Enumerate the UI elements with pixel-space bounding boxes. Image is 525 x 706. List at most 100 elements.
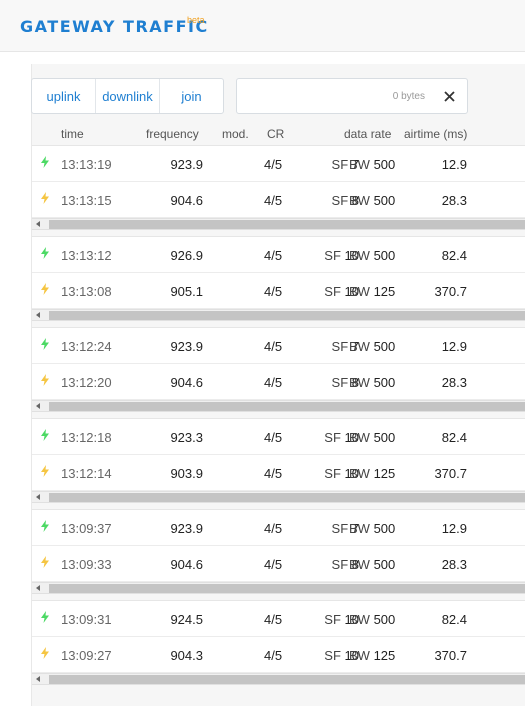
row-bw-value: 500	[373, 521, 396, 536]
scroll-thumb[interactable]	[49, 584, 525, 593]
beta-badge: beta	[187, 15, 205, 25]
row-airtime: 82.4	[441, 248, 467, 263]
row-frequency: 905.1	[170, 284, 203, 299]
tab-uplink[interactable]: uplink	[32, 79, 95, 113]
row-frequency: 923.9	[170, 157, 203, 172]
traffic-group: 13:13:19 923.9 4/5 SF 7 BW 500 12.9 13:13:15 90…	[32, 145, 525, 230]
horizontal-scrollbar[interactable]	[32, 491, 525, 503]
downlink-bolt-icon	[41, 374, 49, 389]
row-time: 13:13:12	[61, 248, 112, 263]
table-row[interactable]: 13:09:31 924.5 4/5 SF 10 BW 500 82.4	[32, 601, 525, 637]
tab-downlink[interactable]: downlink	[95, 79, 159, 113]
scroll-left-icon[interactable]	[36, 494, 40, 500]
downlink-bolt-icon	[41, 647, 49, 662]
scroll-thumb[interactable]	[49, 402, 525, 411]
row-bandwidth: BW 500	[349, 430, 396, 445]
traffic-group: 13:13:12 926.9 4/5 SF 10 BW 500 82.4 13:13:08 9…	[32, 236, 525, 321]
row-airtime: 82.4	[441, 612, 467, 627]
row-airtime: 28.3	[441, 557, 467, 572]
row-frequency: 923.9	[170, 521, 203, 536]
row-airtime: 370.7	[434, 466, 467, 481]
row-time: 13:12:20	[61, 375, 112, 390]
row-airtime: 12.9	[441, 521, 467, 536]
row-frequency: 904.3	[170, 648, 203, 663]
row-cr: 4/5	[264, 430, 283, 445]
row-cr: 4/5	[264, 521, 283, 536]
row-bw-value: 500	[373, 157, 396, 172]
table-row[interactable]: 13:12:24 923.9 4/5 SF 7 BW 500 12.9	[32, 328, 525, 364]
column-header-data-rate: data rate	[344, 127, 392, 141]
table-row[interactable]: 13:12:20 904.6 4/5 SF 8 BW 500 28.3	[32, 364, 525, 400]
uplink-bolt-icon	[41, 156, 49, 171]
horizontal-scrollbar[interactable]	[32, 673, 525, 685]
scroll-left-icon[interactable]	[36, 312, 40, 318]
row-bandwidth: BW 500	[349, 157, 396, 172]
row-frequency: 904.6	[170, 375, 203, 390]
table-header: time frequency mod. CR data rate airtime…	[32, 127, 525, 145]
row-cr: 4/5	[264, 375, 283, 390]
row-cr: 4/5	[264, 339, 283, 354]
row-frequency: 923.9	[170, 339, 203, 354]
horizontal-scrollbar[interactable]	[32, 218, 525, 230]
table-row[interactable]: 13:09:27 904.3 4/5 SF 10 BW 125 370.7	[32, 637, 525, 673]
row-time: 13:13:19	[61, 157, 112, 172]
row-bandwidth: BW 500	[349, 248, 396, 263]
table-row[interactable]: 13:13:19 923.9 4/5 SF 7 BW 500 12.9	[32, 146, 525, 182]
row-airtime: 12.9	[441, 339, 467, 354]
scroll-left-icon[interactable]	[36, 585, 40, 591]
row-airtime: 28.3	[441, 193, 467, 208]
table-row[interactable]: 13:13:15 904.6 4/5 SF 8 BW 500 28.3	[32, 182, 525, 218]
scroll-thumb[interactable]	[49, 675, 525, 684]
column-header-mod: mod.	[222, 127, 249, 141]
row-bw-value: 500	[373, 339, 396, 354]
row-time: 13:09:33	[61, 557, 112, 572]
column-header-frequency: frequency	[146, 127, 199, 141]
row-bw-value: 125	[373, 466, 396, 481]
row-cr: 4/5	[264, 157, 283, 172]
table-row[interactable]: 13:13:12 926.9 4/5 SF 10 BW 500 82.4	[32, 237, 525, 273]
row-airtime: 12.9	[441, 157, 467, 172]
column-header-airtime: airtime (ms)	[404, 127, 468, 141]
scroll-thumb[interactable]	[49, 493, 525, 502]
column-header-cr: CR	[267, 127, 285, 141]
table-row[interactable]: 13:13:08 905.1 4/5 SF 10 BW 125 370.7	[32, 273, 525, 309]
row-time: 13:13:15	[61, 193, 112, 208]
row-cr: 4/5	[264, 248, 283, 263]
direction-tabs: uplink downlink join	[31, 78, 224, 114]
row-time: 13:12:24	[61, 339, 112, 354]
row-airtime: 82.4	[441, 430, 467, 445]
row-bw-value: 500	[373, 430, 396, 445]
top-bar: GATEWAY TRAFFIC beta	[0, 0, 525, 52]
row-time: 13:13:08	[61, 284, 112, 299]
row-frequency: 923.3	[170, 430, 203, 445]
horizontal-scrollbar[interactable]	[32, 309, 525, 321]
row-bw-value: 125	[373, 648, 396, 663]
row-bw-value: 500	[373, 557, 396, 572]
downlink-bolt-icon	[41, 283, 49, 298]
row-bw-value: 500	[373, 375, 396, 390]
row-cr: 4/5	[264, 648, 283, 663]
table-row[interactable]: 13:12:14 903.9 4/5 SF 10 BW 125 370.7	[32, 455, 525, 491]
uplink-bolt-icon	[41, 247, 49, 262]
row-airtime: 370.7	[434, 284, 467, 299]
traffic-group: 13:09:37 923.9 4/5 SF 7 BW 500 12.9 13:09:33 90…	[32, 509, 525, 594]
clear-button[interactable]	[431, 79, 467, 113]
table-row[interactable]: 13:09:37 923.9 4/5 SF 7 BW 500 12.9	[32, 510, 525, 546]
row-time: 13:09:31	[61, 612, 112, 627]
row-cr: 4/5	[264, 284, 283, 299]
scroll-left-icon[interactable]	[36, 403, 40, 409]
row-bw-value: 500	[373, 193, 396, 208]
row-bandwidth: BW 125	[349, 284, 396, 299]
scroll-thumb[interactable]	[49, 220, 525, 229]
scroll-thumb[interactable]	[49, 311, 525, 320]
horizontal-scrollbar[interactable]	[32, 582, 525, 594]
row-time: 13:12:14	[61, 466, 112, 481]
tab-join[interactable]: join	[159, 79, 223, 113]
row-cr: 4/5	[264, 193, 283, 208]
table-row[interactable]: 13:09:33 904.6 4/5 SF 8 BW 500 28.3	[32, 546, 525, 582]
scroll-left-icon[interactable]	[36, 221, 40, 227]
scroll-left-icon[interactable]	[36, 676, 40, 682]
downlink-bolt-icon	[41, 556, 49, 571]
table-row[interactable]: 13:12:18 923.3 4/5 SF 10 BW 500 82.4	[32, 419, 525, 455]
horizontal-scrollbar[interactable]	[32, 400, 525, 412]
